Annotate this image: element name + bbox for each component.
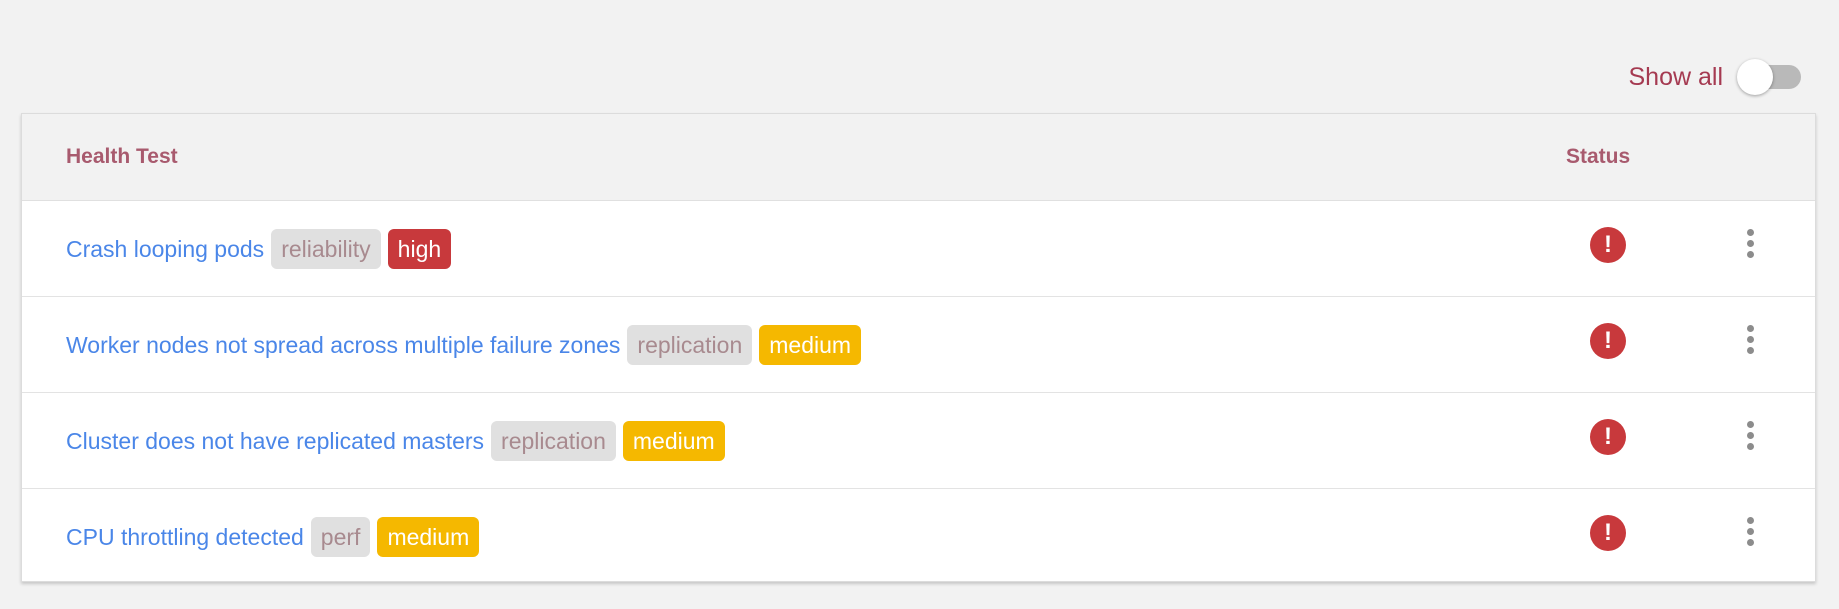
column-header-health-test: Health Test	[66, 145, 178, 168]
row-main: Worker nodes not spread across multiple …	[66, 297, 868, 393]
category-tag: reliability	[271, 229, 381, 269]
table-row: Cluster does not have replicated masters…	[22, 393, 1815, 489]
alert-circle-icon: !	[1590, 515, 1626, 551]
table-header: Health Test Status	[22, 114, 1815, 201]
health-test-link[interactable]: Crash looping pods	[66, 236, 264, 263]
category-tag: replication	[627, 325, 753, 365]
more-vert-icon[interactable]	[1740, 225, 1760, 265]
health-tests-table: Health Test Status Crash looping pods re…	[21, 113, 1816, 582]
row-main: Crash looping pods reliability high	[66, 201, 458, 297]
alert-circle-icon: !	[1590, 323, 1626, 359]
alert-circle-icon: !	[1590, 419, 1626, 455]
table-row: Crash looping pods reliability high !	[22, 201, 1815, 297]
severity-badge: medium	[759, 325, 862, 365]
severity-badge: medium	[377, 517, 480, 557]
show-all-toggle[interactable]	[1737, 54, 1803, 100]
severity-badge: medium	[622, 421, 725, 461]
row-main: CPU throttling detected perf medium	[66, 489, 486, 585]
column-header-status: Status	[1566, 145, 1631, 168]
show-all-label: Show all	[1628, 63, 1724, 91]
category-tag: replication	[491, 421, 616, 461]
alert-circle-icon: !	[1590, 227, 1626, 263]
table-row: Worker nodes not spread across multiple …	[22, 297, 1815, 393]
health-test-link[interactable]: CPU throttling detected	[66, 524, 304, 551]
toggle-thumb[interactable]	[1737, 59, 1773, 95]
more-vert-icon[interactable]	[1740, 417, 1760, 457]
more-vert-icon[interactable]	[1740, 321, 1760, 361]
health-test-link[interactable]: Worker nodes not spread across multiple …	[66, 332, 620, 359]
row-main: Cluster does not have replicated masters…	[66, 393, 732, 489]
more-vert-icon[interactable]	[1740, 513, 1760, 553]
toolbar: Show all	[1629, 54, 1804, 100]
table-row: CPU throttling detected perf medium !	[22, 489, 1815, 585]
severity-badge: high	[387, 229, 452, 269]
health-test-link[interactable]: Cluster does not have replicated masters	[66, 428, 484, 455]
category-tag: perf	[310, 517, 371, 557]
